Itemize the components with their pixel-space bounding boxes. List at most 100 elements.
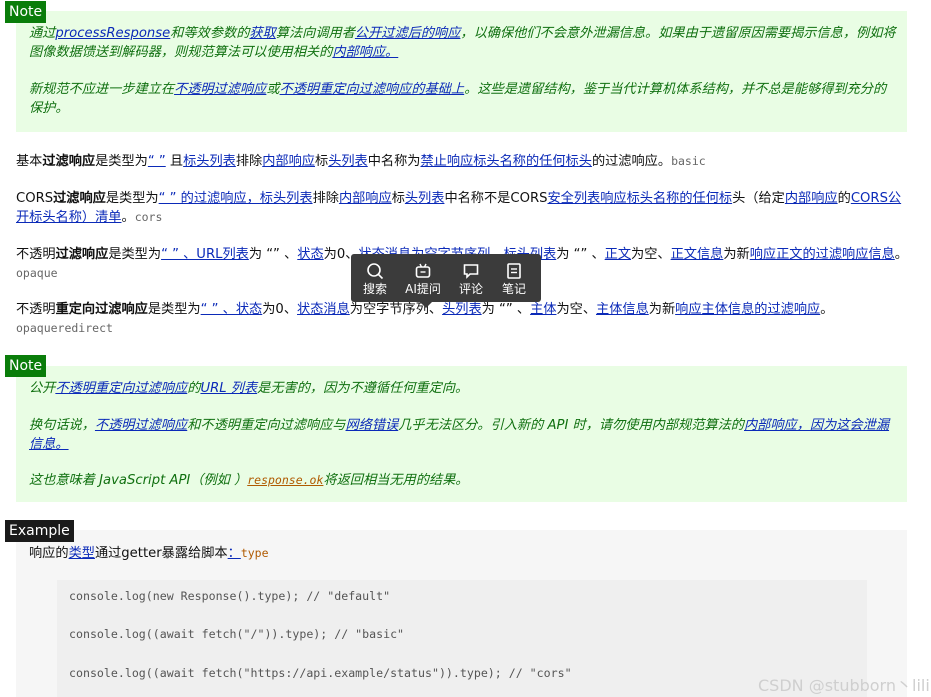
link-status-message[interactable]: 状态消息 xyxy=(297,302,350,317)
text: 为新 xyxy=(648,302,676,317)
link-type-header-list[interactable]: “ ” 的过滤响应，标头列表 xyxy=(159,191,313,206)
text: 的 xyxy=(837,191,851,206)
link-forbidden-response-header-name[interactable]: 禁止响应标头名称的任何标头 xyxy=(421,154,592,169)
text: 不透明 xyxy=(16,302,56,317)
text: 或 xyxy=(266,82,280,97)
link-internal-response[interactable]: 内部响应 xyxy=(262,154,315,169)
link-url-list[interactable]: URL 列表 xyxy=(200,381,257,396)
code-basic: basic xyxy=(671,154,706,168)
text: 为 “” 、 xyxy=(248,247,298,262)
text: 头（给定 xyxy=(732,191,785,206)
link-opaque-filtered-response[interactable]: 不透明过滤响应 xyxy=(95,418,187,433)
text: 基本 xyxy=(16,154,43,169)
comment-icon xyxy=(463,264,479,279)
link-process-response[interactable]: processResponse xyxy=(55,26,170,41)
note2-paragraph-1: 公开不透明重定向过滤响应的URL 列表是无害的，因为不遵循任何重定向。 xyxy=(29,379,897,398)
link-network-error[interactable]: 网络错误 xyxy=(346,418,399,433)
link-type[interactable]: 类型 xyxy=(69,546,95,561)
link-type-url-list[interactable]: “ ” 、URL列表 xyxy=(161,247,249,262)
note-icon xyxy=(507,263,521,279)
link-header-list[interactable]: 头列表 xyxy=(442,302,482,317)
text: 算法向调用者 xyxy=(275,26,355,41)
text: 为 “” 、 xyxy=(481,302,531,317)
link-fetch[interactable]: 获取 xyxy=(249,26,275,41)
text: 换句话说， xyxy=(29,418,95,433)
text: 为0、 xyxy=(262,302,298,317)
toolbar-comment-button[interactable]: 评论 xyxy=(450,254,492,302)
toolbar-label: 笔记 xyxy=(501,282,526,296)
example-intro: 响应的类型通过getter暴露给脚本：type xyxy=(29,544,889,563)
text: 是无害的，因为不遵循任何重定向。 xyxy=(257,381,469,396)
text: 是类型为 xyxy=(147,302,201,317)
link-opaque-redirect-filtered-response[interactable]: 不透明重定向过滤响应 xyxy=(55,381,187,396)
watermark: CSDN @stubborn丶lili xyxy=(758,676,930,695)
link-header-list[interactable]: 标头列表 xyxy=(183,154,236,169)
search-icon xyxy=(367,263,384,280)
link-body[interactable]: 主体 xyxy=(530,302,556,317)
link-header-list[interactable]: 头列表 xyxy=(328,154,368,169)
text: 通过 xyxy=(29,26,56,41)
toolbar-caret xyxy=(420,302,432,308)
text: 排除 xyxy=(235,154,263,169)
text: 新规范不应进一步建立在 xyxy=(29,82,175,97)
note1-paragraph-2: 新规范不应进一步建立在不透明过滤响应或不透明重定向过滤响应的基础上。这些是遗留结… xyxy=(29,80,897,118)
code-response-ok[interactable]: response.ok xyxy=(247,473,323,487)
term-filtered-response: 过滤响应 xyxy=(53,191,106,206)
link-opaque-filtered-response[interactable]: 不透明过滤响应 xyxy=(174,82,266,97)
opaque-redirect-filtered-response-paragraph: 不透明重定向过滤响应是类型为“ ” 、状态为0、状态消息为空字节序列、头列表为 … xyxy=(16,300,908,338)
text: 标 xyxy=(315,154,329,169)
code-block: console.log(new Response().type); // "de… xyxy=(57,580,867,697)
term-filtered-response: 过滤响应 xyxy=(42,154,96,169)
note-tag-2: Note xyxy=(5,355,47,377)
text: 不透明 xyxy=(16,247,56,262)
text: 将返回相当无用的结果。 xyxy=(323,473,469,488)
text: 为 “” 、 xyxy=(556,247,605,262)
link-filtered-response[interactable]: 公开过滤后的响应 xyxy=(355,26,461,41)
link-internal-response[interactable]: 内部响应 xyxy=(339,191,392,206)
link-colon[interactable]: ： xyxy=(228,546,241,561)
text: 为新 xyxy=(723,247,750,262)
link-response-body-info[interactable]: 响应主体信息的过滤响应 xyxy=(675,302,820,317)
link-internal-response[interactable]: 内部响应。 xyxy=(332,45,398,60)
link-opaque-redirect-filtered-response[interactable]: 不透明重定向过滤响应的基础上 xyxy=(280,82,465,97)
code-type: type xyxy=(240,546,269,560)
code-opaque: opaque xyxy=(16,266,58,280)
text: 中名称为 xyxy=(367,154,421,169)
text: 是类型为 xyxy=(105,191,159,206)
note-tag-1: Note xyxy=(5,1,47,23)
text: 的 xyxy=(187,381,201,396)
text: 的过滤响应。 xyxy=(591,154,672,169)
link-type[interactable]: “ ” xyxy=(148,154,166,169)
text: 标 xyxy=(391,191,405,206)
text: 和等效参数的 xyxy=(170,26,250,41)
link-body-info[interactable]: 正文信息 xyxy=(671,247,724,262)
toolbar-note-button[interactable]: 笔记 xyxy=(493,254,535,302)
note2-paragraph-2: 换句话说，不透明过滤响应和不透明重定向过滤响应与网络错误几乎无法区分。引入新的 … xyxy=(29,416,897,454)
note-box-2: 公开不透明重定向过滤响应的URL 列表是无害的，因为不遵循任何重定向。 换句话说… xyxy=(16,366,907,502)
toolbar-search-button[interactable]: 搜索 xyxy=(354,254,396,302)
link-type-status[interactable]: “ ” 、状态 xyxy=(201,302,263,317)
toolbar-label: 搜索 xyxy=(362,282,387,296)
note2-paragraph-3: 这也意味着 JavaScript API（例如 ）response.ok将返回相… xyxy=(29,471,897,490)
basic-filtered-response-paragraph: 基本过滤响应是类型为“ ” 且标头列表排除内部响应标头列表中名称为禁止响应标头名… xyxy=(16,152,908,171)
selection-toolbar: 搜索 AI提问 评论 笔记 xyxy=(351,254,541,302)
text: 是类型为 xyxy=(108,247,162,262)
link-status[interactable]: 状态 xyxy=(297,247,323,262)
toolbar-ai-button[interactable]: AI提问 xyxy=(402,254,444,302)
code-line: console.log((await fetch("/")).type); //… xyxy=(69,627,405,641)
link-body[interactable]: 正文 xyxy=(605,247,631,262)
text: 且 xyxy=(165,154,184,169)
term-redirect-filtered-response: 重定向过滤响应 xyxy=(55,302,148,317)
link-internal-response[interactable]: 内部响应 xyxy=(785,191,838,206)
link-response-body-info[interactable]: 响应正文的过滤响应信息 xyxy=(750,247,895,262)
example-tag: Example xyxy=(5,520,74,542)
link-header-list[interactable]: 头列表 xyxy=(405,191,445,206)
text: 。 xyxy=(820,302,834,317)
link-body-info[interactable]: 主体信息 xyxy=(596,302,649,317)
link-cors-safelisted-response-header-name[interactable]: 安全列表响应标头名称的任何标 xyxy=(548,191,733,206)
ai-robot-icon xyxy=(415,263,431,278)
text: 这也意味着 JavaScript API（例如 ） xyxy=(29,473,248,488)
text: 。 xyxy=(121,210,135,225)
text: 中名称不是CORS xyxy=(444,191,548,206)
note-box-1: 通过processResponse和等效参数的获取算法向调用者公开过滤后的响应，… xyxy=(16,11,907,132)
